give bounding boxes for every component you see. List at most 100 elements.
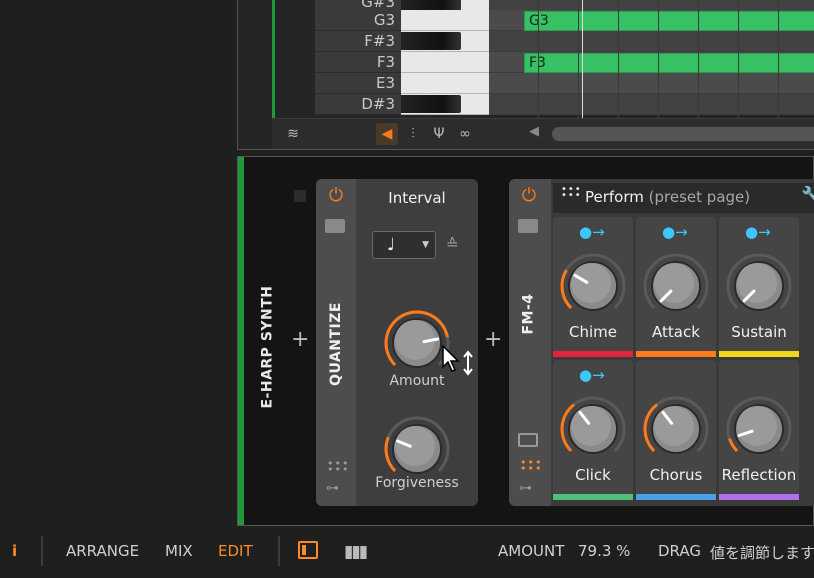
macro-color-stripe [719,351,799,357]
macro-chime[interactable]: ●→ Chime [553,217,633,357]
multi-panel-layout-icon[interactable]: ▮▮▮ [344,542,368,562]
knob-highlight [571,263,611,303]
folder-icon[interactable] [325,219,345,233]
note-clip[interactable]: G3 [524,11,814,31]
macro-color-stripe [553,494,633,500]
track-name: E-HARP SYNTH [260,285,277,409]
device-title[interactable]: FM-4 [509,269,549,359]
grid-line [738,0,739,118]
mouse-cursor-icon [442,344,478,385]
layers-icon[interactable]: ≋ [282,123,304,145]
folder-icon[interactable] [518,219,538,233]
piano-key[interactable] [401,10,489,31]
knob-highlight [571,406,611,446]
info-icon[interactable]: i [12,542,17,560]
macro-click[interactable]: ●→ Click [553,360,633,500]
macro-knob[interactable] [724,394,794,464]
options-icon[interactable]: ≙ [446,235,459,253]
interval-select[interactable]: ♩ ▼ [372,231,436,259]
modulation-arrow-icon[interactable]: ●→ [745,223,771,241]
power-icon[interactable]: ⏻ [518,185,540,207]
note-label: E3 [315,73,401,94]
black-piano-key[interactable] [401,95,461,113]
tab-edit[interactable]: EDIT [218,542,253,560]
chevron-down-icon: ▼ [422,240,429,250]
modulation-arrow-icon[interactable]: ●→ [662,223,688,241]
grid-line [578,0,579,118]
add-device-button[interactable]: + [291,329,309,351]
macro-knob[interactable] [641,394,711,464]
link-icon[interactable]: ∞ [454,123,476,145]
knob-highlight [737,406,777,446]
grid-line [618,0,619,118]
macro-color-stripe [636,494,716,500]
preset-page-title: Perform (preset page) [585,188,751,206]
grid-line [698,0,699,118]
grid-line [778,0,779,118]
modulation-arrow-icon[interactable]: ●→ [579,223,605,241]
modulation-arrow-icon[interactable]: ●→ [579,366,605,384]
knob-highlight [654,263,694,303]
note-label: F#3 [315,31,401,52]
divider [41,536,43,566]
knob-highlight [395,426,435,466]
macro-color-stripe [636,351,716,357]
track-indicator [294,190,306,202]
macro-knob[interactable] [724,251,794,321]
black-piano-key[interactable] [401,32,461,50]
knob-highlight [737,263,777,303]
single-panel-layout-icon[interactable] [298,541,318,559]
window-icon[interactable] [518,433,538,447]
scroll-left-icon[interactable]: ◀ [529,124,539,139]
parameter-value: 79.3 % [578,542,631,560]
knob-highlight [654,406,694,446]
forgiveness-label: Forgiveness [375,475,459,491]
add-device-button[interactable]: + [484,329,502,351]
note-clip[interactable]: F3 [524,53,814,73]
macro-chorus[interactable]: Chorus [636,360,716,500]
modulator-icon[interactable]: ⊶ [519,481,532,496]
grid-icon: ••• ••• [561,184,582,201]
device-panel: E-HARP SYNTH + ⏻ QUANTIZE ••• ••• ⊶ Inter… [237,156,814,526]
wrench-icon[interactable]: 🔧 [801,186,814,206]
horizontal-scrollbar[interactable] [552,127,814,141]
quantize-device: ⏻ QUANTIZE ••• ••• ⊶ Interval ♩ ▼ ≙ Amoun… [316,179,478,506]
note-label: G3 [315,10,401,31]
macro-knob[interactable] [558,251,628,321]
speaker-icon[interactable]: ◀ [376,123,398,145]
macro-knob[interactable] [641,251,711,321]
mixer-icon[interactable]: ⫶ [402,123,424,145]
tab-mix[interactable]: MIX [165,542,193,560]
device-title[interactable]: QUANTIZE [316,279,356,409]
note-value: ♩ [387,235,396,255]
macro-label: Click [575,466,611,484]
fm4-device: ⏻ FM-4 ••• ••• ⊶ ••• ••• Perform (preset p… [509,179,814,506]
playhead[interactable] [582,0,583,118]
macro-sustain[interactable]: ●→ Sustain [719,217,799,357]
piano-roll-toolbar: ≋ ◀ ⫶ Ψ ∞ ◀ [272,118,814,149]
macro-label: Chime [569,323,617,341]
grid-line [658,0,659,118]
grid-dots-icon[interactable]: ••• ••• [520,457,541,474]
preset-page-header[interactable]: ••• ••• Perform (preset page) 🔧 [553,183,814,213]
piano-key[interactable] [401,52,489,73]
macro-color-stripe [719,494,799,500]
macro-label: Attack [652,323,700,341]
macro-attack[interactable]: ●→ Attack [636,217,716,357]
piano-key[interactable] [401,73,489,94]
macro-reflection[interactable]: Reflection [719,360,799,500]
knob-graphic [384,416,450,474]
divider [278,536,280,566]
grid-dots-icon[interactable]: ••• ••• [327,458,348,475]
macro-knob[interactable] [558,394,628,464]
power-icon[interactable]: ⏻ [325,185,347,207]
piano-roll: G#3G3G3F#3F3F3E3D#3 ≋ ◀ ⫶ Ψ ∞ ◀ [237,0,814,150]
device-sidebar: ⏻ QUANTIZE ••• ••• ⊶ [316,179,356,506]
note-label: D#3 [315,94,401,115]
modulator-icon[interactable]: ⊶ [326,481,339,496]
parameter-name: AMOUNT [498,542,565,560]
macro-label: Sustain [731,323,787,341]
tab-arrange[interactable]: ARRANGE [66,542,139,560]
tuning-fork-icon[interactable]: Ψ [428,123,450,145]
macro-label: Chorus [649,466,703,484]
